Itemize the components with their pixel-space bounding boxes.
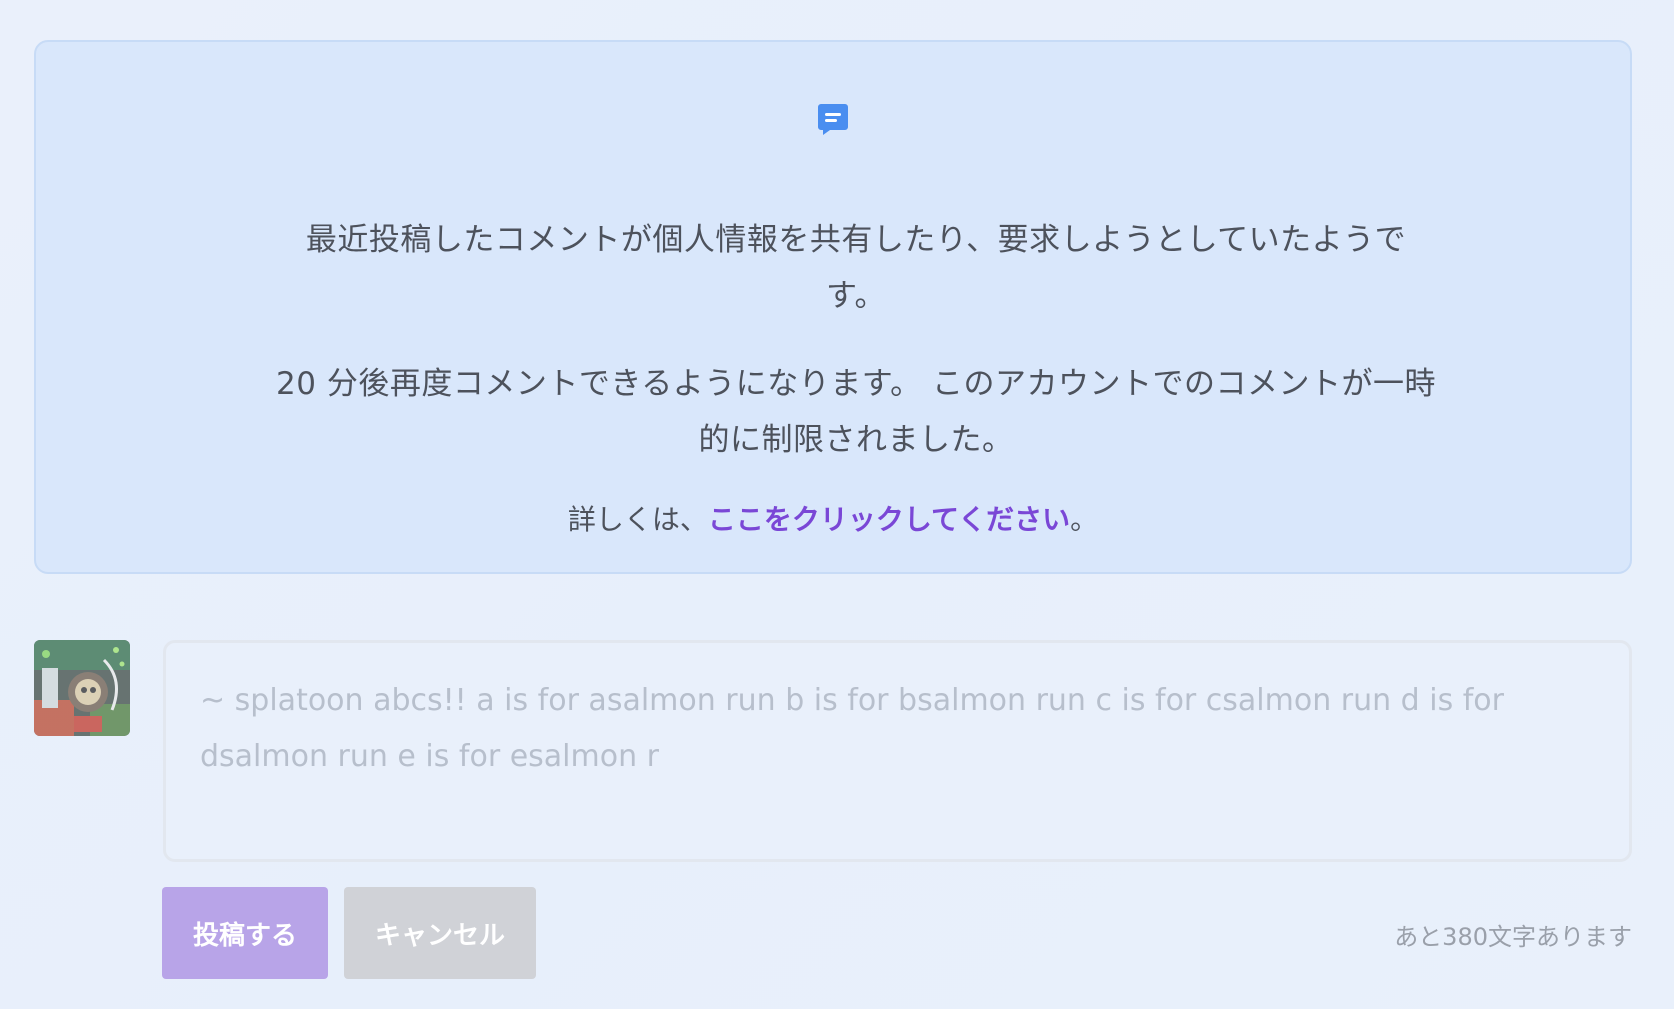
cancel-button[interactable]: キャンセル bbox=[344, 887, 536, 979]
details-line: 詳しくは、ここをクリックしてください。 bbox=[36, 498, 1630, 542]
comment-icon bbox=[816, 102, 850, 138]
comment-input[interactable]: ~ splatoon abcs!! a is for asalmon run b… bbox=[163, 640, 1632, 862]
post-button[interactable]: 投稿する bbox=[162, 887, 328, 979]
remaining-characters: あと380文字あります bbox=[1394, 923, 1632, 951]
details-suffix: 。 bbox=[1070, 503, 1099, 536]
restriction-duration-message: 20 分後再度コメントできるようになります。 このアカウントでのコメントが一時的… bbox=[276, 366, 1436, 458]
details-link[interactable]: ここをクリックしてください bbox=[708, 503, 1070, 536]
comment-restriction-notice: 最近投稿したコメントが個人情報を共有したり、要求しようとしていたようです。 20… bbox=[34, 40, 1632, 574]
details-prefix: 詳しくは、 bbox=[567, 503, 708, 536]
restriction-message: 最近投稿したコメントが個人情報を共有したり、要求しようとしていたようです。 bbox=[305, 222, 1407, 314]
user-avatar bbox=[34, 640, 130, 736]
